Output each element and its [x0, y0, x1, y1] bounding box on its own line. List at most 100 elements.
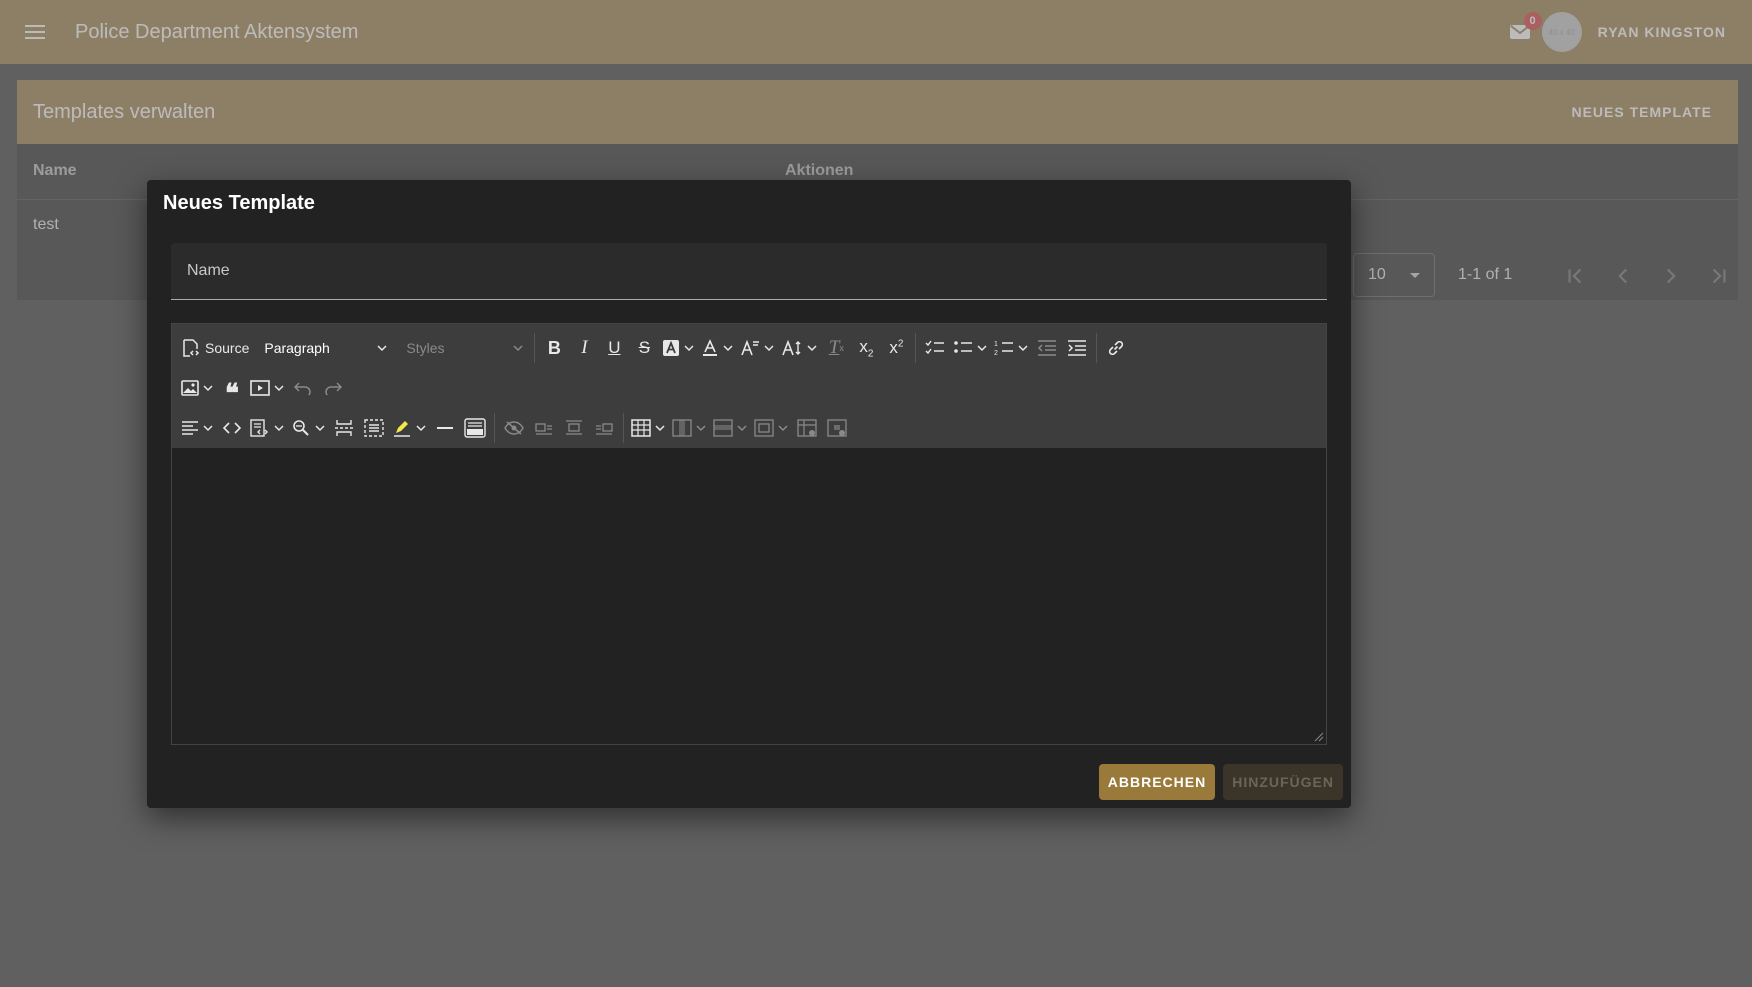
- editor-content-area[interactable]: [172, 448, 1326, 744]
- editor-toolbar: Source Paragraph Styles B I U S T x x2 x…: [172, 324, 1326, 448]
- toolbar-separator: [494, 413, 495, 443]
- undo-icon: [294, 382, 311, 395]
- insert-table-button[interactable]: [628, 411, 669, 445]
- align-left-icon: [182, 421, 198, 435]
- chevron-down-icon: [203, 425, 213, 432]
- remove-format-icon: T: [828, 337, 840, 358]
- cell-properties-button[interactable]: [822, 411, 852, 445]
- table-icon: [631, 419, 651, 437]
- table-properties-button[interactable]: [792, 411, 822, 445]
- heading-select-value: Paragraph: [264, 340, 330, 356]
- dialog-title: Neues Template: [163, 192, 315, 214]
- italic-button[interactable]: I: [569, 331, 599, 365]
- image-align-center-icon: [566, 420, 582, 435]
- heading-select[interactable]: Paragraph: [256, 331, 394, 365]
- code-button[interactable]: [217, 411, 247, 445]
- code-block-icon: [250, 419, 268, 437]
- quote-icon: ❝: [225, 378, 239, 408]
- remove-format-button[interactable]: Tx: [821, 331, 851, 365]
- superscript-button[interactable]: x2: [881, 331, 911, 365]
- find-replace-icon: [293, 420, 309, 436]
- merge-cells-icon: [754, 419, 774, 437]
- image-align-right-button[interactable]: [589, 411, 619, 445]
- subscript-button[interactable]: x2: [851, 331, 881, 365]
- font-size-button[interactable]: [778, 331, 821, 365]
- superscript-icon: x2: [889, 338, 904, 357]
- numbered-list-button[interactable]: 12: [991, 331, 1032, 365]
- indent-icon: [1068, 340, 1087, 356]
- todo-list-button[interactable]: [920, 331, 950, 365]
- blockquote-button[interactable]: ❝: [217, 371, 247, 408]
- bold-icon: B: [547, 337, 561, 358]
- font-color-button[interactable]: [698, 331, 737, 365]
- chevron-down-icon: [684, 345, 694, 352]
- table-column-button[interactable]: [669, 411, 710, 445]
- toggle-visibility-button[interactable]: [499, 411, 529, 445]
- highlight-letter-icon: [663, 340, 680, 356]
- image-align-center-button[interactable]: [559, 411, 589, 445]
- media-embed-button[interactable]: [247, 371, 288, 405]
- chevron-down-icon: [778, 425, 788, 432]
- toolbar-separator: [915, 333, 917, 363]
- font-family-icon: [741, 339, 760, 356]
- link-button[interactable]: [1101, 331, 1131, 365]
- strikethrough-button[interactable]: S: [629, 331, 659, 365]
- horizontal-line-button[interactable]: [430, 411, 460, 445]
- name-field[interactable]: Name: [171, 243, 1327, 300]
- link-icon: [1109, 340, 1124, 356]
- code-block-button[interactable]: [247, 411, 288, 445]
- undo-button[interactable]: [288, 371, 318, 405]
- image-align-right-icon: [596, 423, 613, 435]
- resize-handle-icon[interactable]: [1312, 730, 1324, 742]
- indent-button[interactable]: [1062, 331, 1092, 365]
- cell-properties-icon: [827, 419, 847, 437]
- strikethrough-icon: S: [638, 338, 651, 357]
- font-family-button[interactable]: [737, 331, 778, 365]
- chevron-down-icon: [696, 425, 706, 432]
- html-embed-icon: [464, 418, 486, 438]
- add-button[interactable]: HINZUFÜGEN: [1223, 764, 1343, 800]
- html-embed-button[interactable]: [460, 411, 490, 445]
- page-break-button[interactable]: [329, 411, 359, 445]
- outdent-button[interactable]: [1032, 331, 1062, 365]
- chevron-down-icon: [807, 345, 817, 352]
- italic-icon: I: [581, 337, 588, 358]
- highlight-button[interactable]: [389, 411, 430, 445]
- media-icon: [250, 380, 270, 396]
- toolbar-separator: [623, 413, 624, 443]
- background-color-button[interactable]: [659, 331, 698, 365]
- alignment-button[interactable]: [178, 411, 217, 445]
- subscript-icon: x2: [859, 336, 874, 360]
- styles-select[interactable]: Styles: [398, 331, 530, 365]
- image-button[interactable]: [178, 371, 217, 405]
- name-field-label: Name: [187, 262, 230, 279]
- bold-button[interactable]: B: [539, 331, 569, 365]
- bulleted-list-button[interactable]: [950, 331, 991, 365]
- select-all-button[interactable]: [359, 411, 389, 445]
- cancel-button[interactable]: ABBRECHEN: [1098, 764, 1216, 800]
- image-align-left-icon: [535, 423, 552, 435]
- chevron-down-icon: [513, 345, 523, 352]
- redo-button[interactable]: [318, 371, 348, 405]
- image-align-left-button[interactable]: [529, 411, 559, 445]
- select-all-icon: [364, 419, 384, 437]
- marker-icon: [394, 421, 410, 437]
- table-column-icon: [672, 419, 692, 437]
- svg-text:2: 2: [994, 350, 998, 357]
- table-row-button[interactable]: [710, 411, 751, 445]
- chevron-down-icon: [416, 425, 426, 432]
- underline-button[interactable]: U: [599, 331, 629, 365]
- chevron-down-icon: [274, 385, 284, 392]
- image-icon: [181, 380, 199, 396]
- chevron-down-icon: [274, 425, 284, 432]
- todo-list-icon: [925, 340, 945, 355]
- rich-text-editor: Source Paragraph Styles B I U S T x x2 x…: [171, 323, 1327, 745]
- find-replace-button[interactable]: [288, 411, 329, 445]
- new-template-dialog: Neues Template Name Source Paragraph Sty…: [147, 180, 1351, 808]
- source-button[interactable]: Source: [178, 331, 252, 365]
- merge-cells-button[interactable]: [751, 411, 792, 445]
- font-color-icon: [703, 339, 718, 356]
- chevron-down-icon: [315, 425, 325, 432]
- chevron-down-icon: [655, 425, 665, 432]
- table-row-icon: [713, 419, 733, 437]
